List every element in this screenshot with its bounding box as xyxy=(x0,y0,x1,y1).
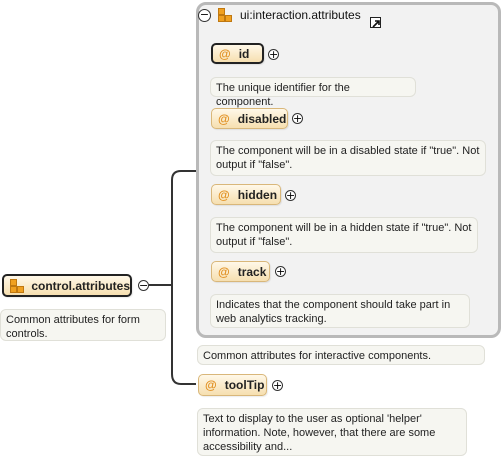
expand-icon[interactable]: + xyxy=(272,380,283,391)
attribute-icon: @ xyxy=(218,111,230,126)
attribute-box-hidden[interactable]: @ hidden xyxy=(211,184,281,205)
root-element-box[interactable]: control.attributes xyxy=(2,274,132,297)
attribute-box-id[interactable]: @ id xyxy=(211,43,264,64)
expand-icon[interactable]: + xyxy=(285,190,296,201)
attribute-box-track[interactable]: @ track xyxy=(211,261,270,282)
attribute-label: track xyxy=(237,264,267,279)
group-title: ui:interaction.attributes xyxy=(240,8,361,22)
attribute-box-disabled[interactable]: @ disabled xyxy=(211,108,288,129)
external-link-icon[interactable] xyxy=(370,17,381,28)
attribute-description: The unique identifier for the component. xyxy=(210,77,416,108)
attribute-label: disabled xyxy=(237,111,287,126)
group-icon xyxy=(218,8,232,22)
expand-icon[interactable]: + xyxy=(268,49,279,60)
attribute-icon: @ xyxy=(219,46,231,61)
attribute-label: id xyxy=(238,46,250,61)
root-element-label: control.attributes xyxy=(31,278,130,293)
attribute-description: Indicates that the component should take… xyxy=(210,294,470,328)
attribute-label: toolTip xyxy=(224,378,265,392)
attribute-icon: @ xyxy=(205,378,217,392)
collapse-icon[interactable]: − xyxy=(138,280,149,291)
root-element-description: Common attributes for form controls. xyxy=(0,309,166,341)
expand-icon[interactable]: + xyxy=(275,266,286,277)
group-description: Common attributes for interactive compon… xyxy=(197,345,485,365)
attribute-description: The component will be in a hidden state … xyxy=(210,217,478,253)
tooltip-description: Text to display to the user as optional … xyxy=(197,408,467,456)
attribute-box-tooltip[interactable]: @ toolTip xyxy=(198,374,267,396)
element-icon xyxy=(10,278,24,293)
collapse-icon[interactable]: − xyxy=(198,8,211,22)
attribute-icon: @ xyxy=(218,264,230,279)
group-header[interactable]: − ui:interaction.attributes xyxy=(198,5,388,25)
attribute-label: hidden xyxy=(237,187,278,202)
attribute-description: The component will be in a disabled stat… xyxy=(210,140,486,176)
attribute-icon: @ xyxy=(218,187,230,202)
expand-icon[interactable]: + xyxy=(292,113,303,124)
